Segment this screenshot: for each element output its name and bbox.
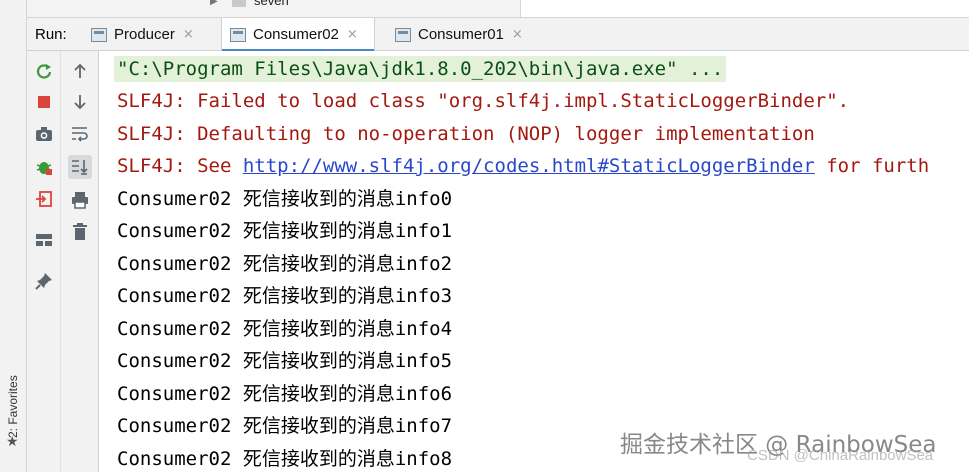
- slf4j-link[interactable]: http://www.slf4j.org/codes.html#StaticLo…: [243, 155, 815, 177]
- close-icon[interactable]: ×: [347, 27, 358, 42]
- console-icon: [395, 27, 411, 42]
- log-line: Consumer02 死信接收到的消息info1: [117, 220, 453, 242]
- run-toolbar-right: [61, 51, 99, 472]
- pin-icon[interactable]: [32, 269, 56, 293]
- log-line: Consumer02 死信接收到的消息info2: [117, 253, 453, 275]
- error-line: SLF4J: Failed to load class "org.slf4j.i…: [117, 90, 850, 112]
- close-icon[interactable]: ×: [183, 27, 194, 42]
- log-line: Consumer02 死信接收到的消息info5: [117, 350, 453, 372]
- soft-wrap-icon[interactable]: [68, 122, 92, 146]
- expand-arrow-icon[interactable]: ▶: [210, 0, 218, 7]
- console-icon: [91, 27, 107, 42]
- favorites-strip: 2: Favorites ★: [0, 0, 27, 472]
- error-line: SLF4J: Defaulting to no-operation (NOP) …: [117, 123, 815, 145]
- close-icon[interactable]: ×: [512, 27, 523, 42]
- star-icon[interactable]: ★: [6, 434, 19, 450]
- log-line: Consumer02 死信接收到的消息info0: [117, 188, 453, 210]
- rerun-icon[interactable]: [32, 59, 56, 83]
- tab-consumer01[interactable]: Consumer01 ×: [387, 18, 537, 51]
- scroll-to-end-icon[interactable]: [68, 155, 92, 179]
- tab-consumer02[interactable]: Consumer02 ×: [221, 18, 375, 52]
- log-line: Consumer02 死信接收到的消息info8: [117, 448, 453, 470]
- console-output[interactable]: "C:\Program Files\Java\jdk1.8.0_202\bin\…: [100, 51, 969, 472]
- trash-icon[interactable]: [68, 220, 92, 244]
- see-suffix: for furth: [814, 155, 930, 177]
- print-icon[interactable]: [68, 188, 92, 212]
- scroll-down-icon[interactable]: [68, 90, 92, 114]
- command-line: "C:\Program Files\Java\jdk1.8.0_202\bin\…: [114, 56, 727, 82]
- tab-label: Consumer02: [253, 26, 339, 43]
- run-toolbar-left: [27, 51, 61, 472]
- debug-icon[interactable]: [32, 155, 56, 179]
- log-line: Consumer02 死信接收到的消息info6: [117, 383, 453, 405]
- run-tab-bar: Run: Producer × Consumer02 × Consumer01 …: [27, 18, 969, 52]
- package-icon: [232, 0, 246, 7]
- log-line: Consumer02 死信接收到的消息info4: [117, 318, 453, 340]
- log-line: Consumer02 死信接收到的消息info3: [117, 285, 453, 307]
- project-tree: ▶ seven: [27, 0, 969, 18]
- layout-icon[interactable]: [32, 228, 56, 252]
- tree-item-label[interactable]: seven: [254, 0, 289, 8]
- run-label: Run:: [35, 26, 67, 43]
- stop-icon[interactable]: [32, 90, 56, 114]
- watermark-secondary: CSDN @ChinaRainbowSea: [747, 447, 934, 464]
- tab-label: Consumer01: [418, 26, 504, 43]
- exit-icon[interactable]: [32, 187, 56, 211]
- see-prefix: SLF4J: See: [117, 155, 243, 177]
- scroll-up-icon[interactable]: [68, 59, 92, 83]
- log-line: Consumer02 死信接收到的消息info7: [117, 415, 453, 437]
- console-icon: [230, 27, 246, 42]
- error-see-line: SLF4J: See http://www.slf4j.org/codes.ht…: [117, 153, 929, 179]
- tab-label: Producer: [114, 26, 175, 43]
- tab-producer[interactable]: Producer ×: [83, 18, 211, 51]
- favorites-tab-label[interactable]: 2: Favorites: [6, 375, 20, 438]
- screenshot-icon[interactable]: [32, 122, 56, 146]
- project-tree-panel: ▶ seven: [27, 0, 521, 17]
